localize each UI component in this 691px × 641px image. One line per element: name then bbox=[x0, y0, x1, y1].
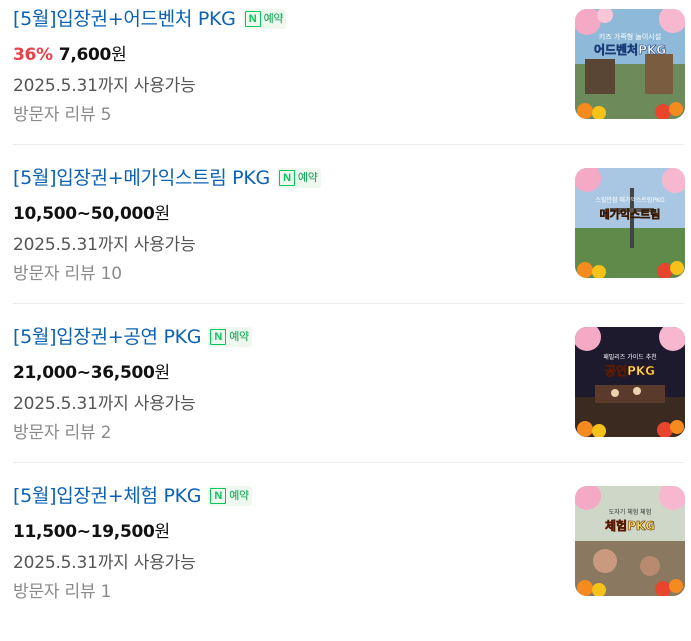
thumb-caption: 키즈 가족형 놀이시설 bbox=[599, 32, 661, 41]
divider bbox=[13, 462, 684, 463]
price-value: 11,500~19,500 bbox=[13, 522, 155, 542]
item-title[interactable]: [5월]입장권+체험 PKG N 예약 bbox=[13, 483, 252, 509]
reservation-badge[interactable]: N 예약 bbox=[242, 9, 287, 29]
thumbnail-image: 키즈 가족형 놀이시설 어드벤처PKG bbox=[575, 9, 685, 119]
naver-n-icon: N bbox=[244, 11, 261, 27]
list-item[interactable]: [5월]입장권+메가익스트림 PKG N 예약 10,500~50,000원 2… bbox=[0, 165, 691, 323]
divider bbox=[13, 303, 684, 304]
thumb-title: 공연PKG bbox=[605, 363, 655, 378]
price-value: 7,600 bbox=[58, 45, 112, 65]
divider bbox=[13, 144, 684, 145]
item-price: 10,500~50,000원 bbox=[13, 202, 170, 226]
reservation-label: 예약 bbox=[263, 12, 284, 25]
validity-text: 2025.5.31까지 사용가능 bbox=[13, 394, 196, 414]
visitor-review-count[interactable]: 방문자 리뷰 1 bbox=[13, 580, 111, 604]
price-currency: 원 bbox=[111, 45, 127, 65]
item-title-text[interactable]: [5월]입장권+체험 PKG bbox=[13, 483, 202, 509]
naver-n-icon: N bbox=[210, 488, 227, 504]
item-price: 11,500~19,500원 bbox=[13, 520, 170, 544]
reservation-badge[interactable]: N 예약 bbox=[208, 486, 252, 506]
item-thumbnail[interactable]: 패밀리즈 가이드 추천 공연PKG bbox=[575, 327, 685, 437]
item-title-text[interactable]: [5월]입장권+공연 PKG bbox=[13, 324, 202, 350]
thumb-caption: 도자기 체험 체험 bbox=[609, 508, 651, 516]
thumb-title: 체험PKG bbox=[605, 518, 655, 533]
price-value: 10,500~50,000 bbox=[13, 204, 155, 224]
item-price: 21,000~36,500원 bbox=[13, 361, 170, 385]
item-title-text[interactable]: [5월]입장권+어드벤처 PKG bbox=[13, 6, 236, 32]
visitor-review-count[interactable]: 방문자 리뷰 2 bbox=[13, 421, 111, 445]
thumbnail-image: 도자기 체험 체험 체험PKG bbox=[575, 486, 685, 596]
visitor-review-count[interactable]: 방문자 리뷰 5 bbox=[13, 103, 111, 127]
validity-text: 2025.5.31까지 사용가능 bbox=[13, 235, 196, 255]
visitor-review-count[interactable]: 방문자 리뷰 10 bbox=[13, 262, 122, 286]
item-price: 36% 7,600원 bbox=[13, 43, 127, 67]
validity-text: 2025.5.31까지 사용가능 bbox=[13, 553, 196, 573]
price-currency: 원 bbox=[154, 204, 171, 224]
item-title-text[interactable]: [5월]입장권+메가익스트림 PKG bbox=[13, 165, 270, 191]
reservation-label: 예약 bbox=[229, 330, 249, 343]
item-title[interactable]: [5월]입장권+메가익스트림 PKG N 예약 bbox=[13, 165, 321, 191]
validity-text: 2025.5.31까지 사용가능 bbox=[13, 76, 196, 96]
list-item[interactable]: [5월]입장권+공연 PKG N 예약 21,000~36,500원 2025.… bbox=[0, 324, 691, 482]
item-title[interactable]: [5월]입장권+어드벤처 PKG N 예약 bbox=[13, 6, 287, 32]
thumb-caption: 스릴만점 메가익스트림PKG bbox=[595, 196, 665, 204]
price-currency: 원 bbox=[154, 363, 171, 383]
naver-n-icon: N bbox=[278, 170, 295, 186]
discount-rate: 36% bbox=[13, 45, 53, 65]
thumbnail-image: 패밀리즈 가이드 추천 공연PKG bbox=[575, 327, 685, 437]
price-value: 21,000~36,500 bbox=[13, 363, 155, 383]
thumbnail-image: 스릴만점 메가익스트림PKG 메가익스트림 bbox=[575, 168, 685, 278]
item-thumbnail[interactable]: 스릴만점 메가익스트림PKG 메가익스트림 bbox=[575, 168, 685, 278]
list-item[interactable]: [5월]입장권+체험 PKG N 예약 11,500~19,500원 2025.… bbox=[0, 483, 691, 641]
thumb-title: 어드벤처PKG bbox=[594, 42, 666, 57]
naver-n-icon: N bbox=[210, 329, 227, 345]
thumb-title: 메가익스트림 bbox=[600, 207, 661, 221]
reservation-label: 예약 bbox=[297, 171, 318, 184]
package-list: [5월]입장권+어드벤처 PKG N 예약 36% 7,600원 2025.5.3… bbox=[0, 0, 691, 608]
item-title[interactable]: [5월]입장권+공연 PKG N 예약 bbox=[13, 324, 252, 350]
item-thumbnail[interactable]: 키즈 가족형 놀이시설 어드벤처PKG bbox=[575, 9, 685, 119]
reservation-badge[interactable]: N 예약 bbox=[276, 168, 321, 188]
thumb-caption: 패밀리즈 가이드 추천 bbox=[603, 353, 657, 361]
reservation-badge[interactable]: N 예약 bbox=[208, 327, 252, 347]
price-currency: 원 bbox=[154, 522, 171, 542]
list-item[interactable]: [5월]입장권+어드벤처 PKG N 예약 36% 7,600원 2025.5.3… bbox=[0, 6, 691, 164]
item-thumbnail[interactable]: 도자기 체험 체험 체험PKG bbox=[575, 486, 685, 596]
reservation-label: 예약 bbox=[229, 489, 249, 502]
